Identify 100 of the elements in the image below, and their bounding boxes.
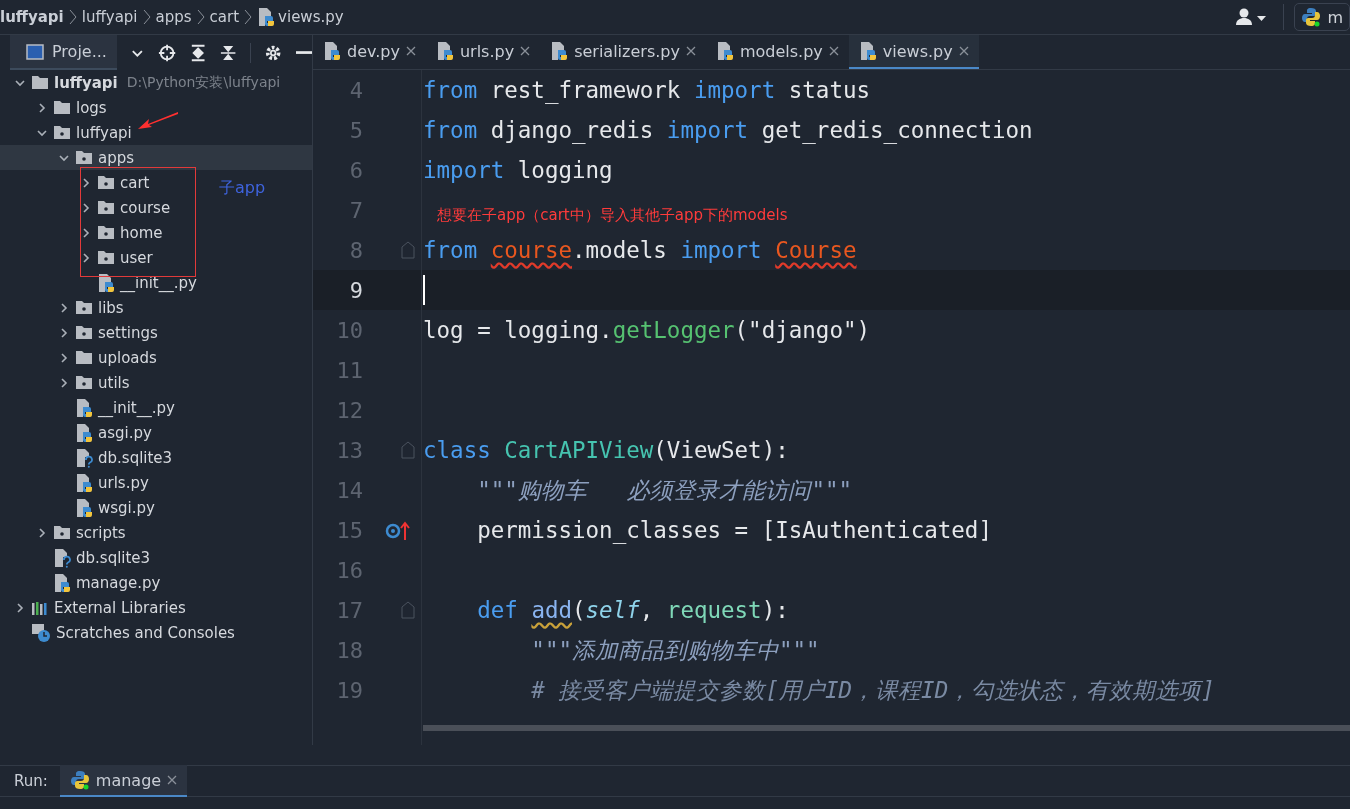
breadcrumb[interactable]: luffyapi — [0, 8, 64, 26]
code-line: from django_redis import get_redis_connection — [423, 117, 1033, 143]
unknown-file-icon — [53, 547, 71, 568]
tree-label: Scratches and Consoles — [56, 623, 235, 642]
chevron-right-icon[interactable] — [80, 251, 92, 264]
package-folder-icon — [75, 325, 93, 340]
chevron-right-icon[interactable] — [36, 101, 48, 114]
tree-row[interactable]: libs — [0, 295, 128, 320]
line-number: 12 — [335, 397, 363, 423]
code-line: log = logging.getLogger("django") — [423, 317, 871, 343]
tree-row[interactable]: luffyapi D:\Python安装\luffyapi — [0, 70, 285, 95]
tree-row[interactable]: manage.py — [0, 570, 165, 595]
tree-row[interactable]: utils — [0, 370, 134, 395]
chevron-right-icon[interactable] — [14, 601, 26, 614]
settings-icon[interactable] — [265, 43, 282, 62]
close-icon[interactable] — [958, 46, 969, 56]
chevron-right-icon[interactable] — [58, 351, 70, 364]
tree-label: uploads — [98, 348, 157, 367]
editor-tab[interactable]: dev.py — [313, 35, 426, 69]
locate-icon[interactable] — [157, 42, 176, 63]
tree-row[interactable]: scripts — [0, 520, 130, 545]
fold-marker-icon[interactable] — [400, 240, 416, 260]
tree-row[interactable]: user — [0, 245, 157, 270]
tree-row[interactable]: __init__.py — [0, 395, 179, 420]
folder-icon — [75, 350, 93, 365]
breadcrumb[interactable]: luffyapi — [81, 8, 138, 26]
chevron-right-icon[interactable] — [80, 201, 92, 214]
line-number: 5 — [348, 117, 363, 143]
python-file-icon — [75, 422, 93, 443]
chevron-right-icon[interactable] — [80, 176, 92, 189]
tree-row[interactable]: cart — [0, 170, 154, 195]
line-number: 19 — [335, 677, 363, 703]
tree-row[interactable]: __init__.py — [0, 270, 201, 295]
run-configuration-button[interactable]: m — [1294, 3, 1350, 31]
tree-label: manage.py — [76, 573, 161, 592]
python-icon — [1301, 7, 1322, 27]
path-hint: D:\Python安装\luffyapi — [126, 73, 281, 92]
close-icon[interactable] — [405, 46, 416, 56]
tree-row[interactable]: uploads — [0, 345, 161, 370]
tree-label: settings — [98, 323, 158, 342]
breadcrumb[interactable]: views.py — [257, 7, 344, 27]
breadcrumb[interactable]: apps — [155, 8, 192, 26]
code-line: """购物车 必须登录才能访问""" — [476, 475, 853, 505]
tree-label: __init__.py — [98, 398, 175, 417]
python-file-icon — [435, 41, 454, 61]
tree-row[interactable]: Scratches and Consoles — [0, 620, 239, 645]
line-number: 11 — [335, 357, 363, 383]
close-icon[interactable] — [167, 775, 178, 785]
chevron-right-icon[interactable] — [36, 526, 48, 539]
python-file-icon — [715, 41, 734, 61]
tree-row[interactable]: db.sqlite3 — [0, 445, 177, 470]
editor-tab[interactable]: models.py — [705, 35, 849, 69]
tree-label: logs — [76, 98, 107, 117]
tree-row[interactable]: db.sqlite3 — [0, 545, 155, 570]
expand-all-icon[interactable] — [189, 42, 207, 63]
line-number: 10 — [335, 317, 363, 343]
minimize-icon[interactable] — [295, 50, 312, 55]
python-file-icon — [550, 41, 569, 61]
chevron-right-icon[interactable] — [58, 376, 70, 389]
tree-row[interactable]: apps — [0, 145, 312, 170]
tree-row[interactable]: logs — [0, 95, 111, 120]
line-number: 7 — [348, 197, 363, 223]
tree-row[interactable]: luffyapi — [0, 120, 136, 145]
window-icon — [26, 43, 44, 60]
fold-marker-icon[interactable] — [400, 440, 416, 460]
unknown-file-icon — [75, 447, 93, 468]
fold-marker-icon[interactable] — [400, 600, 416, 620]
tree-row[interactable]: External Libraries — [0, 595, 190, 620]
breadcrumb[interactable]: cart — [209, 8, 240, 26]
python-file-icon — [257, 7, 276, 27]
line-number: 17 — [335, 597, 363, 623]
editor-tab[interactable]: views.py — [848, 35, 979, 69]
tree-label: urls.py — [98, 473, 149, 492]
package-folder-icon — [75, 300, 93, 315]
tree-row[interactable]: settings — [0, 320, 162, 345]
editor-tab[interactable]: serializers.py — [540, 35, 706, 69]
chevron-separator-icon — [67, 7, 78, 27]
close-icon[interactable] — [520, 46, 531, 56]
text-cursor — [423, 275, 425, 305]
chevron-right-icon[interactable] — [80, 226, 92, 239]
line-number: 18 — [335, 637, 363, 663]
tree-row[interactable]: asgi.py — [0, 420, 156, 445]
tree-row[interactable]: home — [0, 220, 167, 245]
close-icon[interactable] — [828, 46, 839, 56]
package-folder-icon — [97, 225, 115, 240]
code-line: from course.models import Course — [423, 237, 857, 263]
python-file-icon — [53, 572, 71, 593]
run-tab[interactable]: manage — [59, 765, 188, 797]
python-file-icon — [75, 397, 93, 418]
line-number: 13 — [335, 437, 363, 463]
line-number: 9 — [348, 277, 363, 303]
chevron-right-icon[interactable] — [58, 301, 70, 314]
tree-row[interactable]: wsgi.py — [0, 495, 159, 520]
tree-label: asgi.py — [98, 423, 152, 442]
tree-row[interactable]: course — [0, 195, 175, 220]
project-panel-tab[interactable]: Proje... — [10, 35, 117, 70]
close-icon[interactable] — [685, 46, 696, 56]
editor-tab[interactable]: urls.py — [425, 35, 541, 69]
chevron-right-icon[interactable] — [58, 326, 70, 339]
tree-row[interactable]: urls.py — [0, 470, 153, 495]
